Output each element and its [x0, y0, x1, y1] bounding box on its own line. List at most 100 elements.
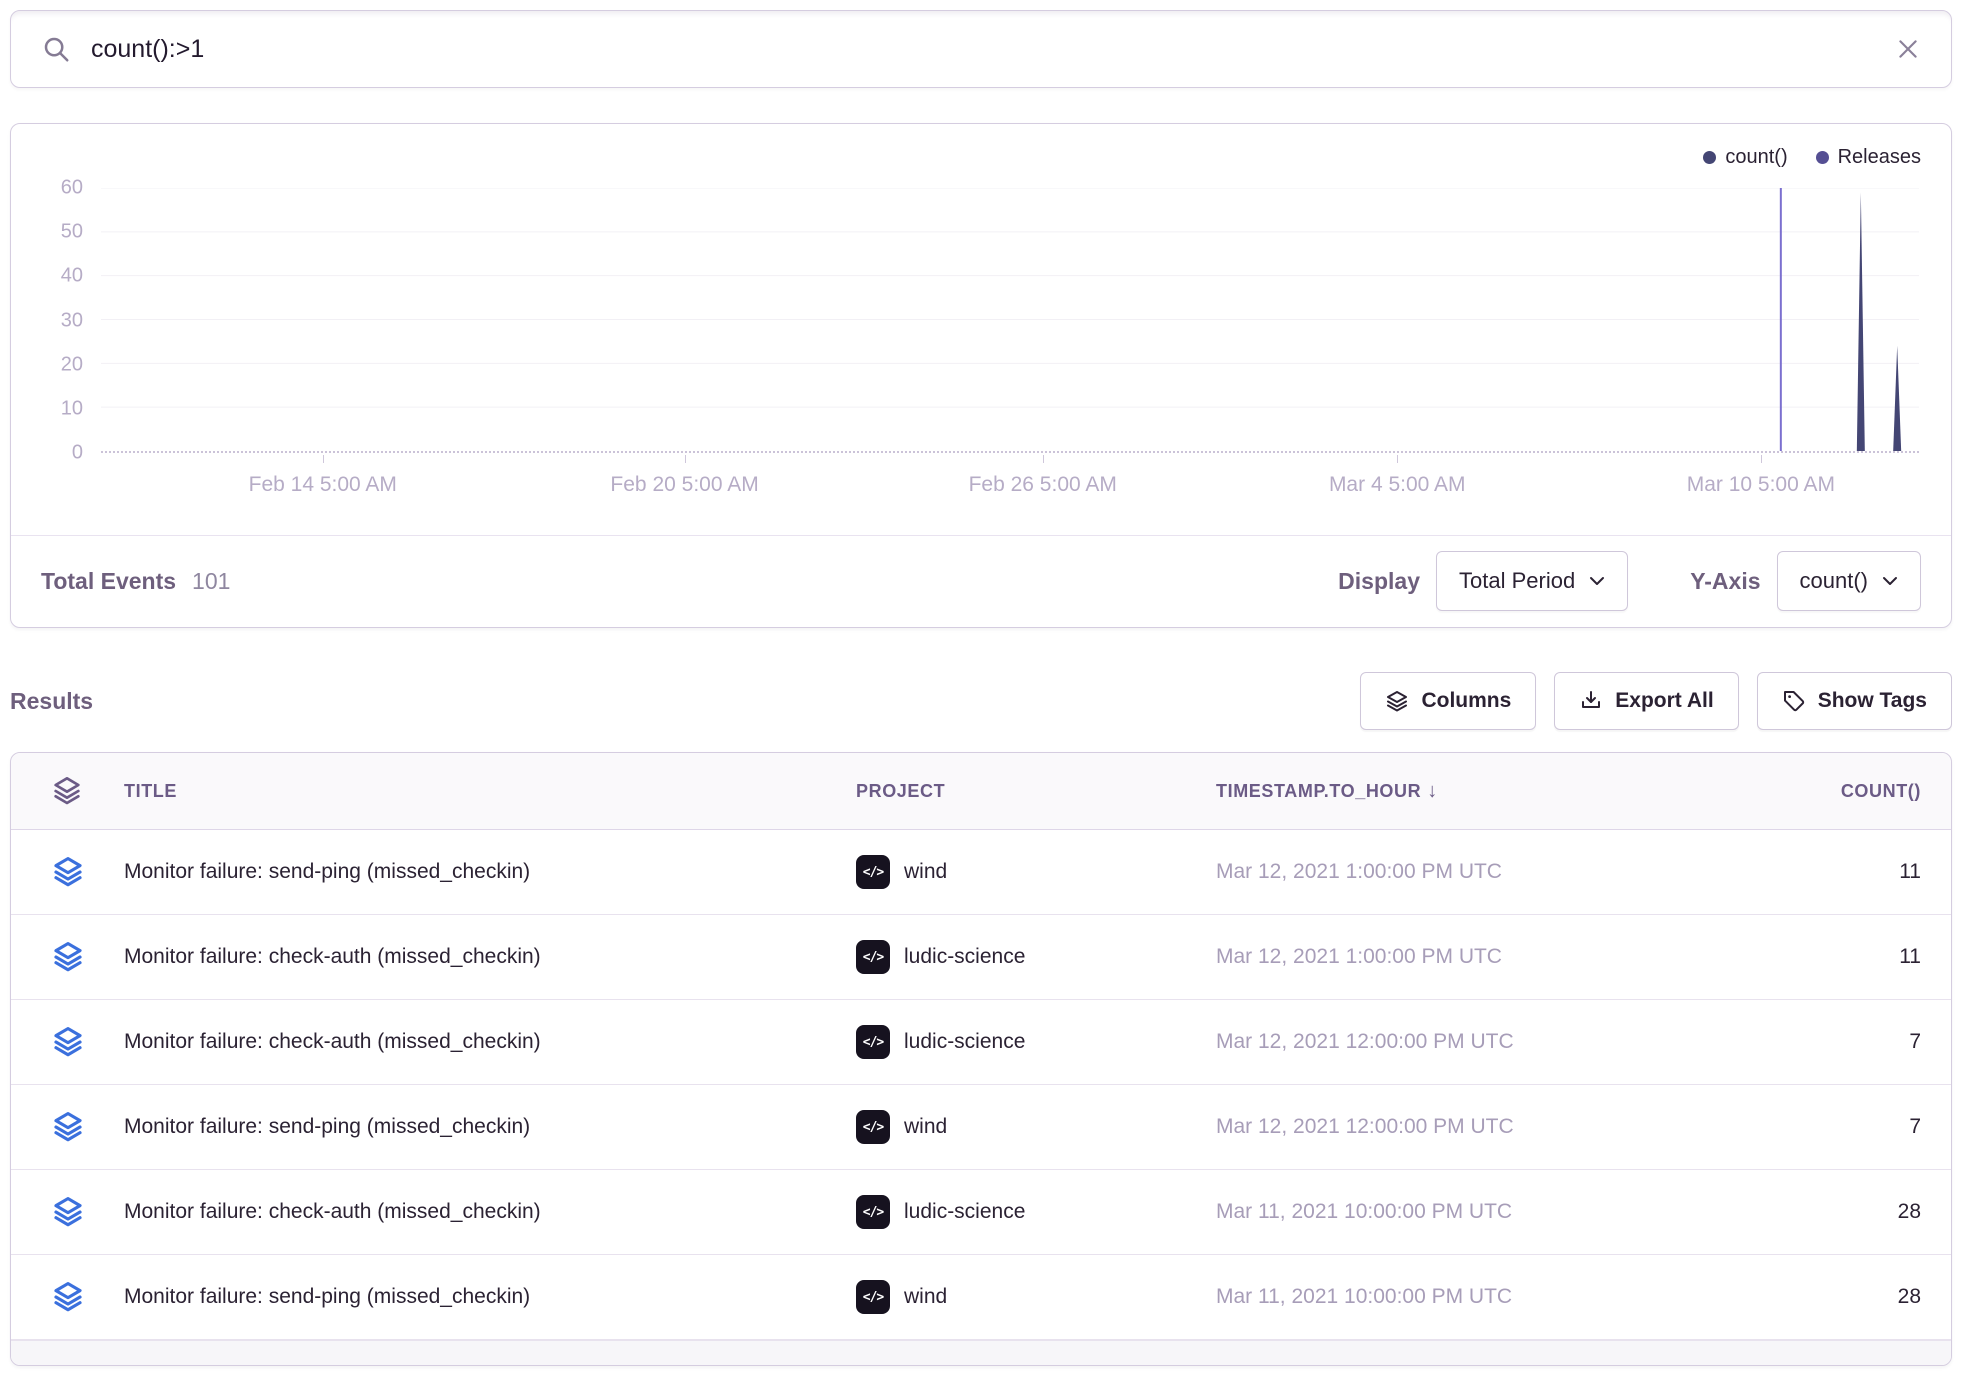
count-cell: 11 [1721, 945, 1921, 969]
search-input[interactable]: count():>1 [91, 35, 1895, 64]
display-dropdown[interactable]: Total Period [1436, 551, 1628, 611]
table-row[interactable]: Monitor failure: check-auth (missed_chec… [11, 1170, 1951, 1255]
chevron-down-icon [1589, 576, 1605, 586]
search-bar[interactable]: count():>1 [10, 10, 1952, 88]
x-tick-mark [1043, 455, 1044, 463]
count-series-dot-icon [1703, 151, 1716, 164]
layers-icon [1385, 689, 1409, 713]
platform-icon: </> [856, 855, 890, 889]
x-tick-label: Mar 4 5:00 AM [1329, 473, 1466, 497]
display-label: Display [1338, 568, 1420, 595]
event-title: Monitor failure: check-auth (missed_chec… [124, 1200, 856, 1224]
layers-icon [51, 1025, 85, 1059]
platform-icon: </> [856, 940, 890, 974]
column-header-project[interactable]: PROJECT [856, 781, 1216, 802]
releases-series-dot-icon [1816, 151, 1829, 164]
x-tick-mark [323, 455, 324, 463]
plot-area[interactable] [101, 188, 1919, 453]
clear-search-icon[interactable] [1895, 36, 1921, 62]
x-tick-mark [1397, 455, 1398, 463]
columns-button[interactable]: Columns [1360, 672, 1536, 730]
platform-icon: </> [856, 1280, 890, 1314]
yaxis-dropdown-value: count() [1800, 568, 1868, 594]
count-cell: 7 [1721, 1030, 1921, 1054]
table-row[interactable]: Monitor failure: send-ping (missed_check… [11, 830, 1951, 915]
project-cell: </> ludic-science [856, 1195, 1216, 1229]
y-tick-label: 10 [11, 397, 83, 420]
legend-label: count() [1725, 146, 1787, 169]
timestamp-cell: Mar 12, 2021 12:00:00 PM UTC [1216, 1030, 1721, 1054]
layers-icon [51, 940, 85, 974]
show-tags-button[interactable]: Show Tags [1757, 672, 1952, 730]
events-chart-panel: count() Releases 0 10 20 30 40 50 60 Feb 14 5:… [10, 123, 1952, 628]
x-tick-label: Feb 14 5:00 AM [249, 473, 397, 497]
y-tick-label: 30 [11, 309, 83, 332]
chevron-down-icon [1882, 576, 1898, 586]
project-cell: </> wind [856, 1280, 1216, 1314]
count-cell: 7 [1721, 1115, 1921, 1139]
export-all-button[interactable]: Export All [1554, 672, 1738, 730]
search-icon [41, 34, 71, 64]
legend-label: Releases [1838, 146, 1921, 169]
columns-button-label: Columns [1421, 689, 1511, 713]
yaxis-label: Y-Axis [1690, 568, 1760, 595]
legend-item-releases[interactable]: Releases [1816, 146, 1921, 169]
events-chart [101, 188, 1919, 451]
y-tick-label: 40 [11, 265, 83, 288]
display-dropdown-value: Total Period [1459, 568, 1575, 594]
table-row[interactable]: Monitor failure: check-auth (missed_chec… [11, 1000, 1951, 1085]
column-header-title[interactable]: TITLE [124, 781, 856, 802]
y-tick-label: 60 [11, 177, 83, 200]
table-row[interactable]: Monitor failure: send-ping (missed_check… [11, 1255, 1951, 1340]
y-tick-label: 50 [11, 221, 83, 244]
x-axis-labels: Feb 14 5:00 AMFeb 20 5:00 AMFeb 26 5:00 … [101, 455, 1919, 511]
platform-icon: </> [856, 1110, 890, 1144]
layers-icon [51, 1280, 85, 1314]
timestamp-cell: Mar 11, 2021 10:00:00 PM UTC [1216, 1200, 1721, 1224]
chart-legend: count() Releases [1703, 146, 1921, 169]
project-name: ludic-science [904, 1030, 1025, 1054]
x-tick-label: Mar 10 5:00 AM [1687, 473, 1835, 497]
table-row[interactable]: Monitor failure: send-ping (missed_check… [11, 1085, 1951, 1170]
count-cell: 11 [1721, 860, 1921, 884]
show-tags-button-label: Show Tags [1818, 689, 1927, 713]
sort-desc-icon: ↓ [1427, 780, 1438, 802]
column-header-timestamp[interactable]: TIMESTAMP.TO_HOUR↓ [1216, 780, 1721, 803]
x-tick-mark [1761, 455, 1762, 463]
timestamp-cell: Mar 12, 2021 1:00:00 PM UTC [1216, 860, 1721, 884]
platform-icon: </> [856, 1195, 890, 1229]
count-cell: 28 [1721, 1200, 1921, 1224]
project-name: ludic-science [904, 945, 1025, 969]
table-row[interactable]: Monitor failure: check-auth (missed_chec… [11, 915, 1951, 1000]
layers-icon [51, 855, 85, 889]
timestamp-cell: Mar 12, 2021 1:00:00 PM UTC [1216, 945, 1721, 969]
column-header-count[interactable]: COUNT() [1721, 781, 1921, 802]
yaxis-dropdown[interactable]: count() [1777, 551, 1921, 611]
project-name: wind [904, 1115, 947, 1139]
table-header-row: TITLE PROJECT TIMESTAMP.TO_HOUR↓ COUNT() [11, 753, 1951, 830]
layers-icon [51, 1195, 85, 1229]
layers-icon [51, 1110, 85, 1144]
legend-item-count[interactable]: count() [1703, 146, 1787, 169]
timestamp-cell: Mar 12, 2021 12:00:00 PM UTC [1216, 1115, 1721, 1139]
project-cell: </> wind [856, 1110, 1216, 1144]
results-heading: Results [10, 688, 93, 715]
event-title: Monitor failure: check-auth (missed_chec… [124, 945, 856, 969]
y-tick-label: 20 [11, 353, 83, 376]
event-title: Monitor failure: check-auth (missed_chec… [124, 1030, 856, 1054]
event-title: Monitor failure: send-ping (missed_check… [124, 860, 856, 884]
project-name: wind [904, 1285, 947, 1309]
total-events-label: Total Events [41, 568, 176, 595]
y-tick-label: 0 [11, 442, 83, 465]
export-all-button-label: Export All [1615, 689, 1713, 713]
y-axis-labels: 0102030405060 [11, 188, 83, 453]
chart-footer: Total Events 101 Display Total Period Y-… [11, 535, 1951, 627]
results-header: Results Columns Export All [10, 668, 1952, 734]
table-footer [11, 1340, 1951, 1366]
timestamp-cell: Mar 11, 2021 10:00:00 PM UTC [1216, 1285, 1721, 1309]
platform-icon: </> [856, 1025, 890, 1059]
x-tick-label: Feb 26 5:00 AM [969, 473, 1117, 497]
project-cell: </> ludic-science [856, 1025, 1216, 1059]
results-table: TITLE PROJECT TIMESTAMP.TO_HOUR↓ COUNT()… [10, 752, 1952, 1366]
layers-icon [51, 775, 83, 807]
